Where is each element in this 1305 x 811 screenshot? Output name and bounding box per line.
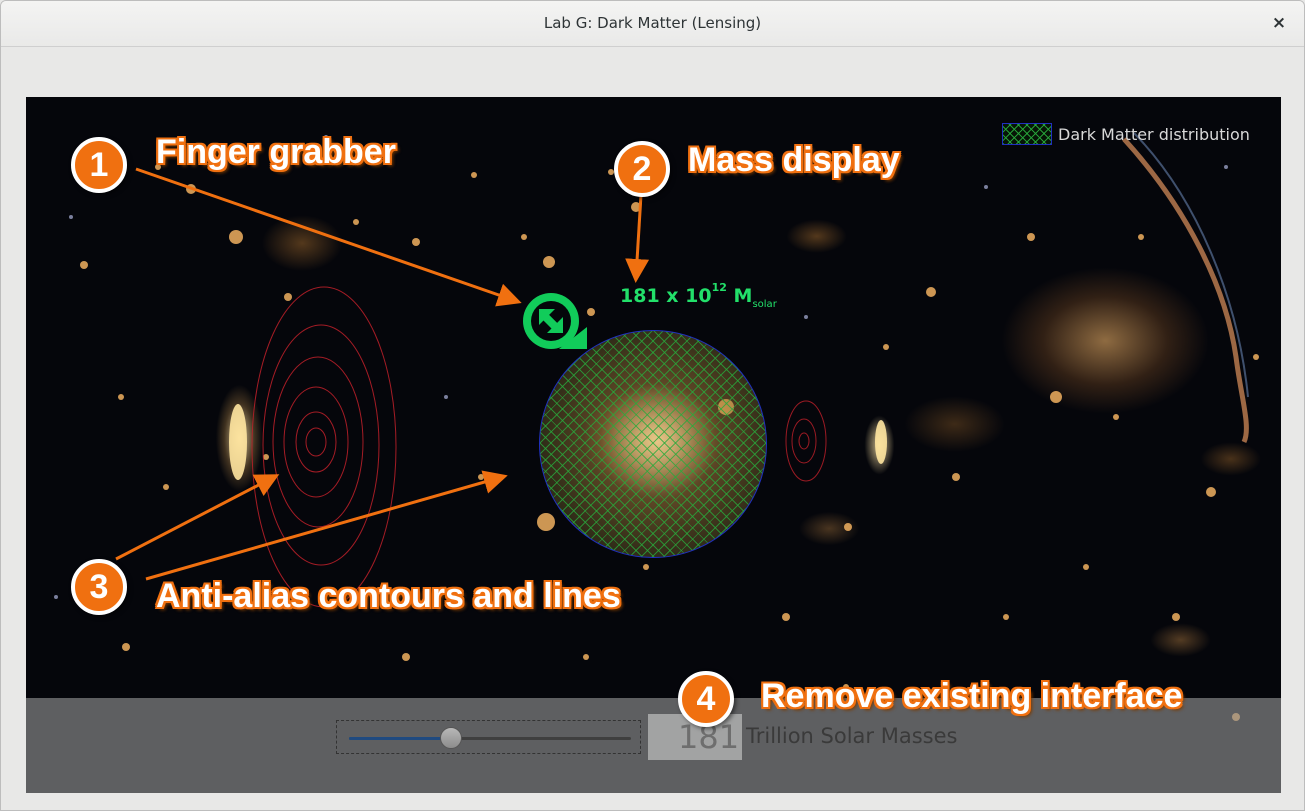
units-label: Trillion Solar Masses: [746, 724, 958, 748]
window-title: Lab G: Dark Matter (Lensing): [543, 14, 762, 32]
callout-1-badge: 1: [71, 137, 127, 193]
close-button[interactable]: ×: [1268, 12, 1290, 34]
callout-3-label: Anti-alias contours and lines: [156, 577, 621, 615]
slider-thumb[interactable]: [440, 727, 462, 749]
lensing-viewport[interactable]: Dark Matter distribution 181 x 1012 Msol…: [26, 97, 1281, 793]
slider-fill: [349, 737, 451, 740]
mass-slider[interactable]: [336, 720, 641, 754]
callout-2-badge: 2: [614, 141, 670, 197]
callout-3-badge: 3: [71, 559, 127, 615]
title-bar[interactable]: Lab G: Dark Matter (Lensing) ×: [1, 1, 1304, 47]
callout-4-badge: 4: [678, 671, 734, 727]
slider-track[interactable]: [349, 727, 631, 749]
app-window: Lab G: Dark Matter (Lensing) × Dark Matt…: [0, 0, 1305, 811]
callout-1-label: Finger grabber: [156, 133, 396, 171]
callout-2-label: Mass display: [688, 141, 900, 179]
callout-4-label: Remove existing interface: [761, 677, 1183, 715]
